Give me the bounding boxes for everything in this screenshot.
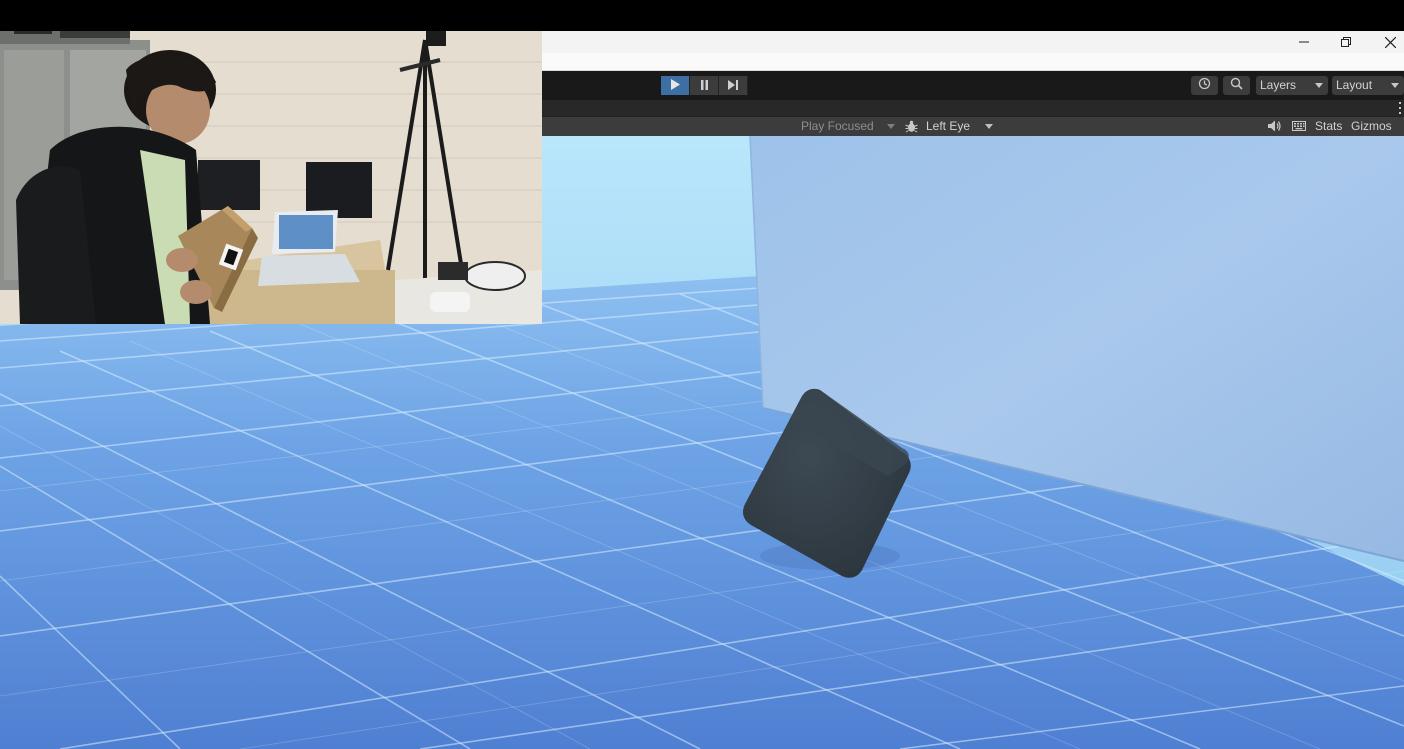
menu-strip [542, 53, 1404, 71]
chevron-down-icon [985, 124, 993, 129]
close-button[interactable] [1370, 31, 1404, 53]
window-title-bar[interactable] [542, 31, 1404, 53]
minimize-icon [1299, 37, 1309, 47]
minimize-button[interactable] [1284, 31, 1324, 53]
keyboard-icon[interactable] [1291, 118, 1307, 134]
pause-icon [700, 77, 709, 95]
stats-toggle[interactable]: Stats [1315, 116, 1342, 136]
layout-label: Layout [1336, 78, 1373, 92]
search-button[interactable] [1223, 76, 1250, 95]
play-button[interactable] [661, 76, 690, 95]
layers-dropdown[interactable]: Layers [1256, 76, 1328, 95]
webcam-feed [0, 0, 542, 324]
chevron-down-icon [887, 124, 895, 129]
bug-icon[interactable] [903, 118, 919, 134]
chevron-down-icon [1391, 83, 1399, 88]
more-options-icon[interactable] [1398, 102, 1402, 114]
close-icon [1384, 36, 1396, 48]
step-button[interactable] [719, 76, 748, 95]
layout-dropdown[interactable]: Layout [1332, 76, 1404, 95]
chevron-down-icon [1315, 83, 1323, 88]
screen-top-border [0, 0, 1404, 31]
play-controls [661, 76, 748, 95]
webcam-overlay [0, 0, 542, 324]
undo-history-button[interactable] [1191, 76, 1218, 95]
speaker-icon[interactable] [1266, 118, 1282, 134]
pause-button[interactable] [690, 76, 719, 95]
eye-selector-dropdown[interactable]: Left Eye [926, 116, 970, 136]
step-icon [727, 77, 739, 95]
history-icon [1198, 77, 1211, 95]
restore-icon [1341, 37, 1351, 47]
search-icon [1230, 77, 1243, 95]
gizmos-toggle[interactable]: Gizmos [1351, 116, 1392, 136]
game-view-tab-bar [542, 100, 1404, 116]
play-icon [670, 77, 680, 95]
restore-button[interactable] [1326, 31, 1366, 53]
play-mode-dropdown[interactable]: Play Focused [801, 116, 874, 136]
layers-label: Layers [1260, 78, 1297, 92]
